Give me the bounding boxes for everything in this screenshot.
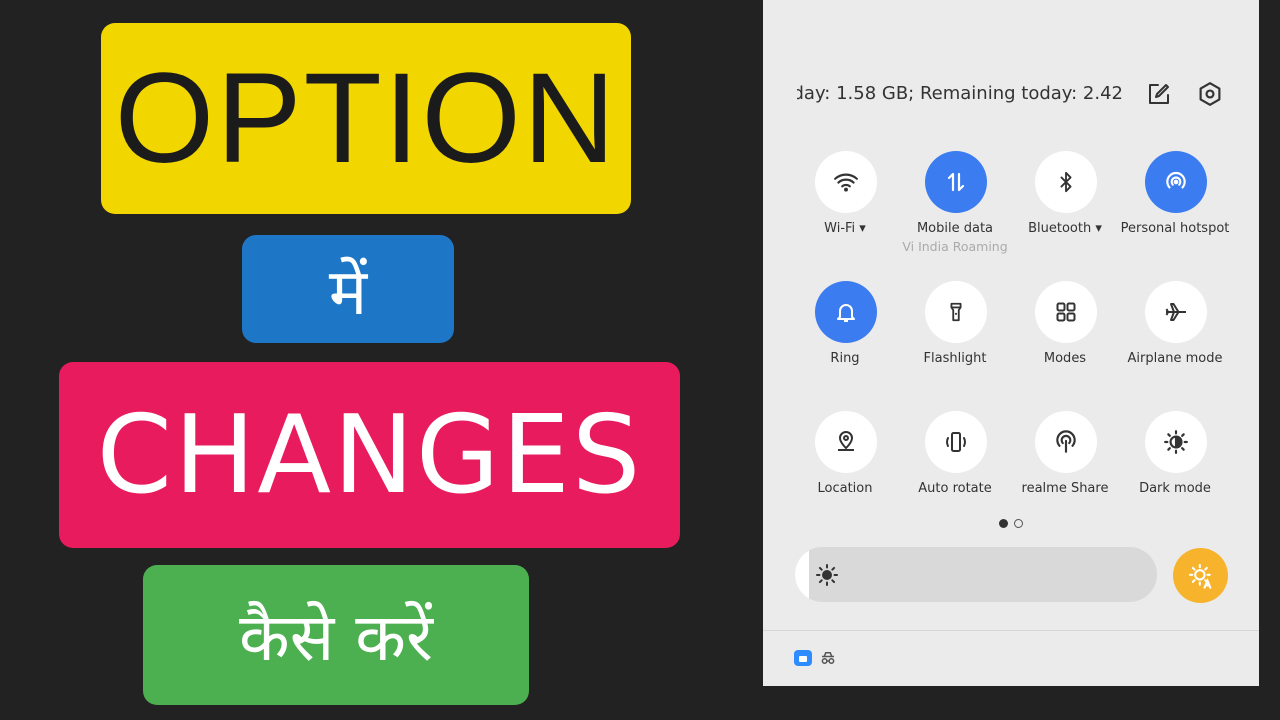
brightness-sun-icon — [813, 561, 841, 589]
tile-modes-button[interactable] — [1035, 281, 1097, 343]
tile-modes[interactable]: Modes — [1010, 281, 1120, 391]
tile-label: realme Share — [1021, 481, 1109, 496]
tile-hotspot-button[interactable] — [1145, 151, 1207, 213]
modes-icon — [1056, 302, 1076, 322]
tile-label: Bluetooth ▾ — [1028, 221, 1102, 236]
tile-airplane-mode[interactable]: Airplane mode — [1120, 281, 1230, 391]
tile-bluetooth[interactable]: Bluetooth ▾ — [1010, 151, 1120, 261]
title-box-option: OPTION — [101, 23, 631, 214]
tile-auto-rotate[interactable]: Auto rotate — [900, 411, 1010, 521]
tile-wifi[interactable]: Wi-Fi ▾ — [790, 151, 900, 261]
incognito-icon — [818, 648, 838, 668]
tile-location-button[interactable] — [815, 411, 877, 473]
settings-icon[interactable] — [1195, 79, 1225, 109]
bluetooth-icon — [1060, 171, 1072, 193]
bell-icon — [837, 304, 855, 322]
tile-ring-button[interactable] — [815, 281, 877, 343]
tile-label: Ring — [830, 351, 860, 366]
tile-dark-mode-button[interactable] — [1145, 411, 1207, 473]
brightness-slider[interactable] — [795, 547, 1157, 602]
tile-label: Auto rotate — [918, 481, 992, 496]
title-line-changes: CHANGES — [96, 392, 643, 518]
tile-bluetooth-button[interactable] — [1035, 151, 1097, 213]
tile-label: Wi-Fi ▾ — [824, 221, 866, 236]
tile-personal-hotspot[interactable]: Personal hotspot — [1120, 151, 1230, 261]
auto-rotate-icon — [946, 432, 966, 452]
mobile-data-icon — [947, 172, 965, 192]
tile-realme-share[interactable]: realme Share — [1010, 411, 1120, 521]
tile-label: Flashlight — [923, 351, 987, 366]
wifi-icon — [834, 173, 858, 192]
tile-label: Dark mode — [1139, 481, 1211, 496]
page-indicator-dot[interactable] — [1014, 519, 1023, 528]
data-usage-label: day: 1.58 GB; Remaining today: 2.42 — [797, 83, 1123, 104]
title-line-mein: में — [328, 255, 368, 330]
title-line-kaise-karen: कैसे करें — [239, 599, 433, 676]
tile-mobile-data-button[interactable] — [925, 151, 987, 213]
notification-app-icon — [794, 650, 812, 666]
tile-realme-share-button[interactable] — [1035, 411, 1097, 473]
title-box-mein: में — [242, 235, 454, 343]
title-box-changes: CHANGES — [59, 362, 680, 548]
tile-auto-rotate-button[interactable] — [925, 411, 987, 473]
realme-share-icon — [1056, 430, 1076, 453]
tile-flashlight[interactable]: Flashlight — [900, 281, 1010, 391]
brightness-slider-fill — [795, 547, 809, 602]
tile-dark-mode[interactable]: Dark mode — [1120, 411, 1230, 521]
hotspot-icon — [1166, 172, 1186, 189]
airplane-icon — [1165, 303, 1186, 321]
page-indicator-dot-active[interactable] — [999, 519, 1008, 528]
tile-mobile-data[interactable]: Mobile data Vi India Roaming — [900, 151, 1010, 261]
tile-label: Modes — [1043, 351, 1087, 366]
tile-label: Personal hotspot — [1120, 221, 1230, 236]
data-usage-text: day: 1.58 GB; Remaining today: 2.42 — [797, 80, 1123, 108]
tile-label: Airplane mode — [1127, 351, 1223, 366]
dark-mode-icon — [1164, 430, 1188, 454]
tile-label: Location — [817, 481, 873, 496]
notification-divider — [763, 630, 1259, 631]
auto-brightness-icon — [1188, 563, 1211, 589]
auto-brightness-button[interactable] — [1173, 548, 1228, 603]
tile-label: Mobile data — [916, 221, 994, 236]
tile-sublabel: Vi India Roaming — [902, 239, 1008, 254]
title-line-option: OPTION — [114, 47, 618, 190]
flashlight-icon — [950, 302, 962, 322]
quick-settings-panel: day: 1.58 GB; Remaining today: 2.42 Wi-F… — [763, 0, 1259, 686]
tile-airplane-button[interactable] — [1145, 281, 1207, 343]
tile-location[interactable]: Location — [790, 411, 900, 521]
location-icon — [838, 431, 854, 451]
tile-ring[interactable]: Ring — [790, 281, 900, 391]
title-box-kaise-karen: कैसे करें — [143, 565, 529, 705]
tile-wifi-button[interactable] — [815, 151, 877, 213]
tile-flashlight-button[interactable] — [925, 281, 987, 343]
edit-icon[interactable] — [1144, 79, 1174, 109]
